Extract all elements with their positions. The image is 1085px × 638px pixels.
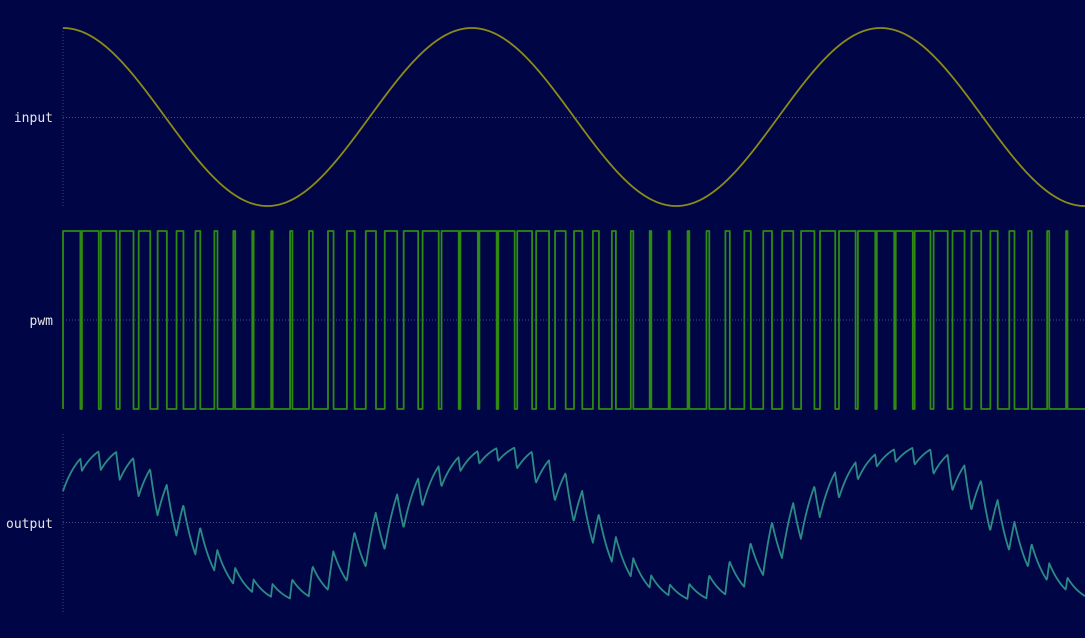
chart-background xyxy=(0,0,1085,638)
output-label: output xyxy=(6,517,53,532)
oscilloscope-chart: input pwm output xyxy=(0,0,1085,638)
input-label: input xyxy=(14,111,53,126)
pwm-label: pwm xyxy=(30,314,54,329)
